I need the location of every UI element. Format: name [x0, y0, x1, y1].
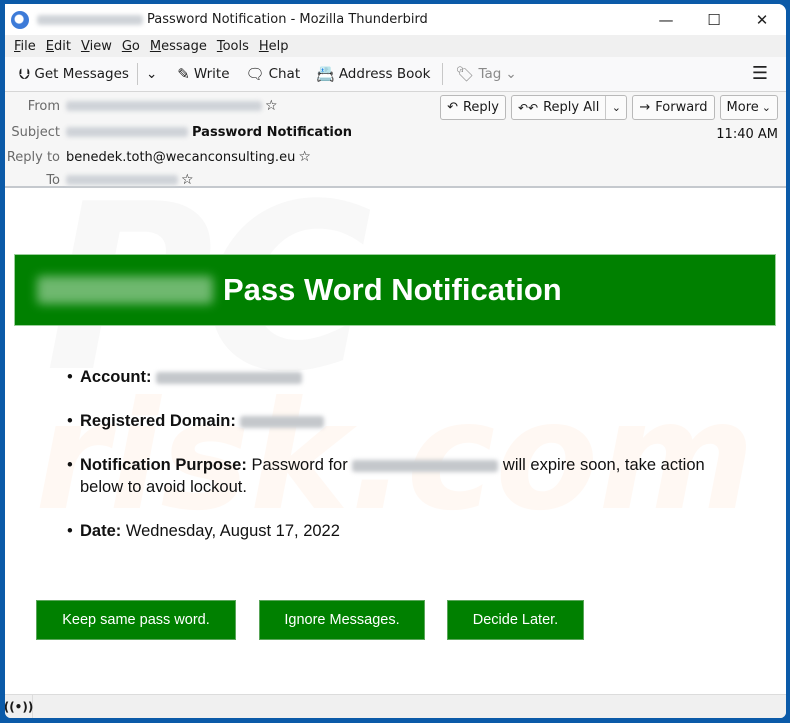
get-messages-button[interactable]: ⮋ Get Messages	[13, 60, 135, 88]
window-title: Password Notification - Mozilla Thunderb…	[147, 12, 428, 27]
thunderbird-window: Password Notification - Mozilla Thunderb…	[5, 4, 786, 718]
subject-value: Password Notification	[192, 124, 353, 140]
reply-to-address[interactable]: benedek.toth@wecanconsulting.eu	[66, 150, 295, 165]
message-header: From ☆ Subject Password Notification Rep…	[5, 92, 786, 188]
redacted-subject-prefix	[66, 127, 188, 137]
get-messages-icon: ⮋	[19, 65, 31, 83]
chat-button[interactable]: 🗨 Chat	[240, 60, 307, 88]
reply-all-button[interactable]: ↶↶ Reply All	[512, 96, 607, 119]
decide-later-button[interactable]: Decide Later.	[447, 600, 584, 640]
email-banner: Pass Word Notification	[14, 254, 776, 326]
list-item-domain: Registered Domain:	[67, 410, 727, 432]
more-button[interactable]: More ⌄	[719, 95, 778, 120]
menu-view[interactable]: View	[76, 39, 117, 54]
status-bar: ((•))	[5, 694, 786, 718]
redacted-to-address[interactable]	[66, 175, 178, 185]
menu-tools[interactable]: Tools	[212, 39, 254, 54]
subject-label: Subject	[11, 124, 60, 140]
menu-help[interactable]: Help	[254, 39, 294, 54]
main-toolbar: ⮋ Get Messages ⌄ ✎ Write 🗨 Chat 📇 Addres…	[5, 57, 786, 92]
keep-password-button[interactable]: Keep same pass word.	[36, 600, 236, 640]
forward-button[interactable]: → Forward	[632, 95, 715, 120]
star-icon[interactable]: ☆	[265, 98, 278, 114]
menu-edit[interactable]: Edit	[41, 39, 76, 54]
reply-all-dropdown[interactable]: ⌄	[606, 96, 626, 119]
chevron-down-icon: ⌄	[611, 101, 621, 114]
redacted-title-email	[37, 14, 143, 25]
reply-icon: ↶	[447, 100, 458, 115]
pencil-icon: ✎	[177, 65, 190, 83]
menu-go[interactable]: Go	[117, 39, 145, 54]
close-button[interactable]: ✕	[738, 4, 786, 35]
title-bar: Password Notification - Mozilla Thunderb…	[5, 4, 786, 35]
list-item-purpose: Notification Purpose: Password for will …	[67, 454, 727, 498]
thunderbird-app-icon	[11, 10, 29, 29]
reply-all-icon: ↶↶	[517, 100, 539, 115]
star-icon[interactable]: ☆	[298, 149, 311, 165]
address-book-icon: 📇	[316, 65, 335, 83]
reply-to-label: Reply to	[6, 149, 60, 165]
ignore-messages-button[interactable]: Ignore Messages.	[259, 600, 425, 640]
star-icon[interactable]: ☆	[181, 172, 194, 188]
redacted-domain	[240, 415, 325, 428]
list-item-date: Date: Wednesday, August 17, 2022	[67, 520, 727, 542]
to-label: To	[46, 172, 60, 188]
chevron-down-icon: ⌄	[761, 101, 771, 114]
toolbar-separator	[442, 63, 444, 85]
list-item-account: Account:	[67, 366, 727, 388]
menu-message[interactable]: Message	[145, 39, 212, 54]
write-button[interactable]: ✎ Write	[171, 60, 235, 88]
notification-details: Account: Registered Domain: Notification…	[67, 366, 727, 564]
reply-button[interactable]: ↶ Reply	[440, 95, 506, 120]
forward-icon: →	[639, 100, 651, 115]
chevron-down-icon: ⌄	[145, 66, 158, 82]
redacted-account-email	[352, 459, 499, 472]
address-book-button[interactable]: 📇 Address Book	[310, 60, 436, 88]
message-time: 11:40 AM	[716, 127, 778, 142]
chat-bubble-icon: 🗨	[245, 65, 265, 83]
maximize-button[interactable]: ☐	[690, 4, 738, 35]
banner-title: Pass Word Notification	[223, 272, 562, 307]
app-menu-icon[interactable]: ☰	[752, 63, 768, 84]
toolbar-separator	[136, 63, 138, 85]
chevron-down-icon: ⌄	[505, 66, 517, 82]
minimize-button[interactable]: —	[642, 4, 690, 35]
activity-icon[interactable]: ((•))	[5, 695, 33, 718]
tag-button[interactable]: 🏷 Tag ⌄	[449, 60, 522, 88]
reply-all-split-button: ↶↶ Reply All ⌄	[510, 95, 628, 120]
from-label: From	[27, 98, 60, 114]
redacted-from-address[interactable]	[66, 101, 262, 111]
get-messages-dropdown[interactable]: ⌄	[140, 60, 163, 88]
menu-bar: File Edit View Go Message Tools Help	[5, 35, 786, 57]
tag-icon: 🏷	[455, 65, 475, 83]
menu-file[interactable]: File	[9, 39, 41, 54]
redacted-account-email	[156, 371, 303, 384]
redacted-brand-logo	[37, 276, 213, 304]
message-body: PC risk.com Pass Word Notification Accou…	[5, 190, 786, 694]
